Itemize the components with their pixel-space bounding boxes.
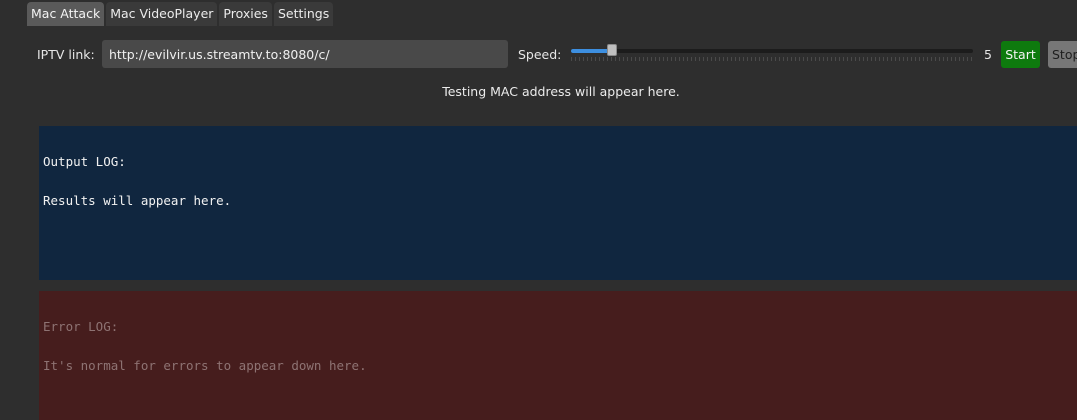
stop-button[interactable]: Stop	[1048, 41, 1077, 68]
speed-value: 5	[984, 47, 992, 62]
speed-slider-ticks	[571, 57, 973, 61]
iptv-link-input[interactable]	[102, 40, 508, 68]
speed-label: Speed:	[518, 47, 562, 62]
error-log-title: Error LOG:	[43, 319, 119, 334]
tab-mac-videoplayer[interactable]: Mac VideoPlayer	[106, 2, 218, 26]
output-log-text: Results will appear here.	[43, 193, 232, 208]
speed-slider-handle[interactable]	[607, 44, 617, 56]
speed-slider[interactable]	[571, 42, 973, 62]
tab-bar: Mac Attack Mac VideoPlayer Proxies Setti…	[27, 0, 335, 26]
iptv-link-label: IPTV link:	[37, 47, 95, 62]
tab-proxies[interactable]: Proxies	[219, 2, 272, 26]
output-log-title: Output LOG:	[43, 154, 126, 169]
start-button[interactable]: Start	[1001, 41, 1040, 68]
error-log-text: It's normal for errors to appear down he…	[43, 358, 367, 373]
tab-mac-attack[interactable]: Mac Attack	[27, 2, 105, 26]
testing-mac-status: Testing MAC address will appear here.	[442, 84, 680, 99]
tab-settings[interactable]: Settings	[273, 2, 334, 26]
speed-slider-fill	[571, 49, 609, 53]
error-log-panel[interactable]: Error LOG: It's normal for errors to app…	[39, 291, 1077, 420]
app-window: Mac Attack Mac VideoPlayer Proxies Setti…	[0, 0, 1077, 420]
speed-slider-track	[571, 49, 973, 53]
output-log-panel[interactable]: Output LOG: Results will appear here.	[39, 126, 1077, 280]
